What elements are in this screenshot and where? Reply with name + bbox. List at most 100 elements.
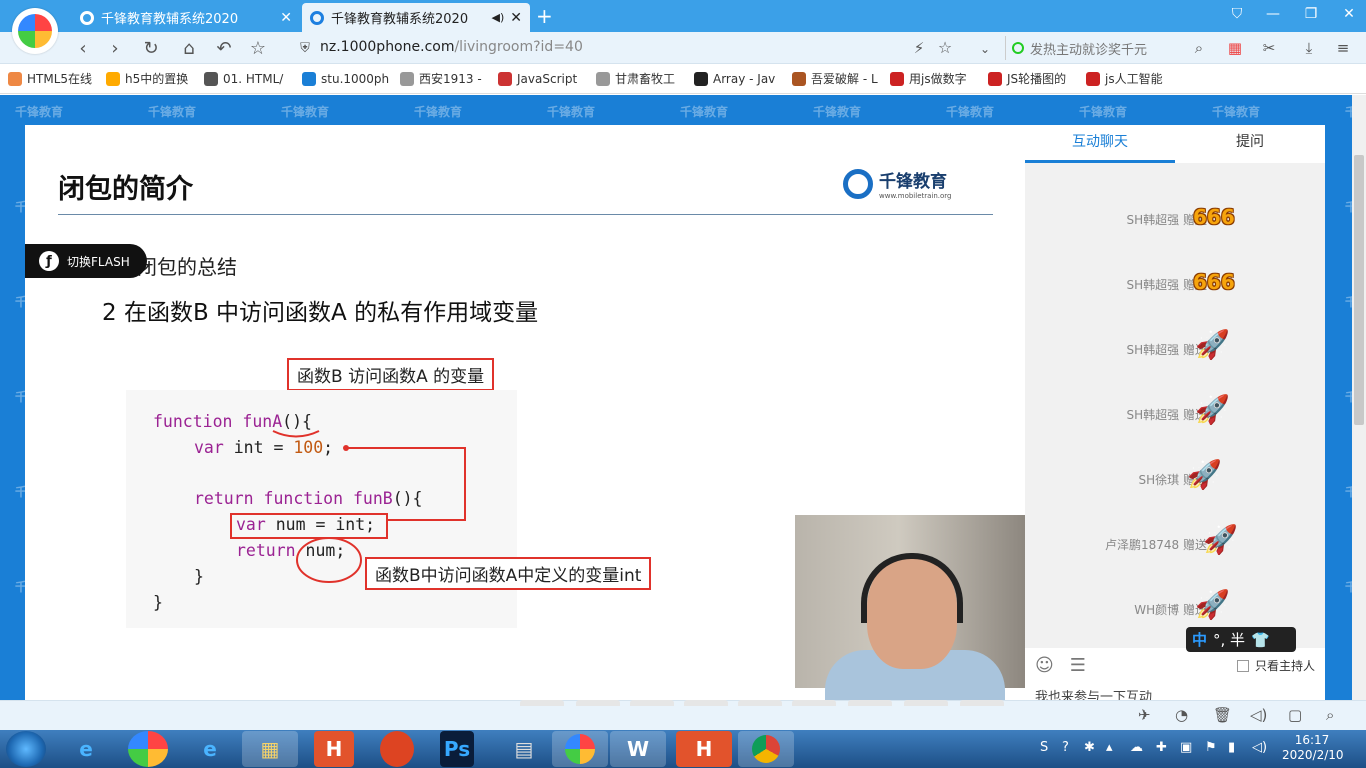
apps-icon[interactable]: ▦ xyxy=(1224,39,1246,57)
switch-flash-button[interactable]: ƒ 切换FLASH xyxy=(25,244,147,278)
page-dot[interactable] xyxy=(792,700,836,706)
tray-network-icon[interactable]: ▣ xyxy=(1180,740,1192,755)
tab-title: 千锋教育教辅系统2020 xyxy=(101,12,239,27)
taskbar-ps-icon[interactable]: Ps xyxy=(440,731,474,767)
search-input[interactable]: 发热主动就诊奖千元 xyxy=(1005,36,1215,60)
page-dot[interactable] xyxy=(848,700,892,706)
bookmark-star-icon[interactable]: ☆ xyxy=(934,38,956,57)
tab-audio-icon[interactable]: ◀) xyxy=(492,11,505,24)
page-dot[interactable] xyxy=(960,700,1004,706)
gift-rocket-icon: 🚀 xyxy=(1195,588,1230,621)
back-icon[interactable]: ‹ xyxy=(72,38,94,59)
taskbar-browser-icon[interactable] xyxy=(128,731,168,767)
bookmark-item[interactable]: 甘肃畜牧工 xyxy=(596,70,683,87)
browser-tab-active[interactable]: 千锋教育教辅系统2020 ◀) ✕ xyxy=(302,3,530,32)
taskbar-hbuilder2-icon[interactable]: H xyxy=(676,731,732,767)
bookmark-item[interactable]: stu.1000ph xyxy=(302,71,389,86)
page-dot[interactable] xyxy=(520,700,564,706)
taskbar-calc-icon[interactable]: ▤ xyxy=(496,731,552,767)
new-tab-button[interactable]: + xyxy=(536,4,553,28)
bookmark-item[interactable]: h5中的置换 xyxy=(106,70,193,87)
bookmark-item[interactable]: HTML5在线 xyxy=(8,70,95,87)
scrollbar-thumb[interactable] xyxy=(1354,155,1364,425)
tray-arrow-icon[interactable]: ▴ xyxy=(1106,740,1113,755)
summary-heading: 闭包的总结 xyxy=(137,255,237,279)
taskbar-chrome-icon[interactable] xyxy=(738,731,794,767)
zoom-icon[interactable]: ⌕ xyxy=(1326,706,1334,724)
volume-icon[interactable]: ◁) xyxy=(1250,706,1267,724)
page-dot[interactable] xyxy=(904,700,948,706)
bookmark-item[interactable]: 西安1913 - xyxy=(400,70,487,87)
browser-tab[interactable]: 千锋教育教辅系统2020 ✕ xyxy=(72,3,300,32)
tab-interactive-chat[interactable]: 互动聊天 xyxy=(1025,125,1175,163)
host-only-checkbox[interactable] xyxy=(1236,659,1249,672)
tab-close-icon[interactable]: ✕ xyxy=(280,10,292,26)
bookmark-item[interactable]: 吾爱破解 - L xyxy=(792,70,879,87)
bookmark-item[interactable]: JavaScript xyxy=(498,71,585,86)
taskbar-hbuilder-icon[interactable]: H xyxy=(314,731,354,767)
host-only-toggle[interactable]: 只看主持人 xyxy=(1236,657,1315,674)
taskbar-music-icon[interactable] xyxy=(380,731,414,767)
gift-rocket-icon: 🚀 xyxy=(1195,328,1230,361)
download-icon[interactable]: ⤓ xyxy=(1298,39,1320,57)
tab-close-icon[interactable]: ✕ xyxy=(510,10,522,26)
bookmark-label: 用js做数字 xyxy=(909,72,967,86)
home-icon[interactable]: ⌂ xyxy=(178,38,200,59)
page-dot[interactable] xyxy=(630,700,674,706)
tray-bluetooth-icon[interactable]: ✱ xyxy=(1084,740,1095,755)
bookmark-item[interactable]: JS轮播图的 xyxy=(988,70,1075,87)
ime-skin-icon[interactable]: 👕 xyxy=(1251,631,1270,649)
bookmark-favicon-icon xyxy=(498,71,512,86)
browser-logo-icon[interactable] xyxy=(12,8,58,54)
tray-signal-icon[interactable]: ▮ xyxy=(1228,740,1235,755)
bookmark-item[interactable]: 用js做数字 xyxy=(890,70,977,87)
start-button[interactable] xyxy=(6,731,46,767)
taskbar-clock[interactable]: 16:17 2020/2/10 xyxy=(1282,733,1344,763)
ime-mode[interactable]: 中 xyxy=(1192,629,1207,650)
history-icon[interactable]: ☰ xyxy=(1070,655,1086,676)
minimize-button[interactable]: — xyxy=(1258,6,1288,22)
taskbar-explorer-icon[interactable]: ▦ xyxy=(242,731,298,767)
url-field[interactable]: nz.1000phone.com/livingroom?id=40 xyxy=(320,39,583,55)
tray-cloud-icon[interactable]: ☁ xyxy=(1130,740,1143,755)
tray-volume-icon[interactable]: ◁) xyxy=(1252,740,1267,755)
gift-rocket-icon: 🚀 xyxy=(1203,523,1238,556)
taskbar-ie2-icon[interactable]: e xyxy=(182,731,238,767)
menu-icon[interactable]: ≡ xyxy=(1332,39,1354,57)
skin-icon[interactable]: ⛉ xyxy=(1222,6,1252,22)
taskbar-ie-icon[interactable]: e xyxy=(58,731,114,767)
tray-flag-icon[interactable]: ⚑ xyxy=(1205,740,1217,755)
page-dot[interactable] xyxy=(576,700,620,706)
tray-sogou-icon[interactable]: S xyxy=(1040,740,1048,755)
search-icon[interactable]: ⌕ xyxy=(1188,39,1210,57)
ime-punct[interactable]: °, 半 xyxy=(1213,629,1245,650)
close-window-button[interactable]: ✕ xyxy=(1334,6,1364,22)
chat-messages[interactable]: SH韩超强 赠送 666 SH韩超强 赠送 666 SH韩超强 赠送 🚀 SH韩超强 赠送 🚀… xyxy=(1025,163,1325,648)
page-scrollbar[interactable] xyxy=(1352,95,1366,700)
rocket-icon[interactable]: ✈ xyxy=(1138,706,1151,724)
bookmark-item[interactable]: js人工智能 xyxy=(1086,70,1173,87)
bookmark-item[interactable]: 01. HTML/ xyxy=(204,71,291,86)
trash-icon[interactable]: 🗑 xyxy=(1213,706,1232,724)
taskbar-browser-active-icon[interactable] xyxy=(552,731,608,767)
forward-icon[interactable]: › xyxy=(104,38,126,59)
page-dot[interactable] xyxy=(738,700,782,706)
ime-toolbar[interactable]: 中 °, 半 👕 xyxy=(1186,627,1296,652)
page-dot[interactable] xyxy=(684,700,728,706)
reload-icon[interactable]: ↻ xyxy=(140,38,162,59)
tools-icon[interactable]: ✂ xyxy=(1258,39,1280,57)
window-icon[interactable]: ▢ xyxy=(1288,706,1302,724)
restore-button[interactable]: ❐ xyxy=(1296,6,1326,22)
tray-plus-icon[interactable]: ✚ xyxy=(1156,740,1167,755)
taskbar-wps-icon[interactable]: W xyxy=(610,731,666,767)
chat-panel: 互动聊天 提问 SH韩超强 赠送 666 SH韩超强 赠送 666 SH韩超强 赠送 🚀 S… xyxy=(1025,125,1325,705)
chevron-down-icon[interactable]: ⌄ xyxy=(974,42,996,56)
emoji-icon[interactable]: ☺ xyxy=(1035,655,1054,676)
favorite-star-icon[interactable]: ☆ xyxy=(247,38,269,59)
undo-close-icon[interactable]: ↶ xyxy=(213,38,235,59)
bookmark-item[interactable]: Array - Jav xyxy=(694,71,781,86)
tab-questions[interactable]: 提问 xyxy=(1175,125,1325,163)
lightning-icon[interactable]: ⚡ xyxy=(908,39,930,57)
tray-help-icon[interactable]: ? xyxy=(1062,740,1069,755)
speed-icon[interactable]: ◔ xyxy=(1175,706,1188,724)
